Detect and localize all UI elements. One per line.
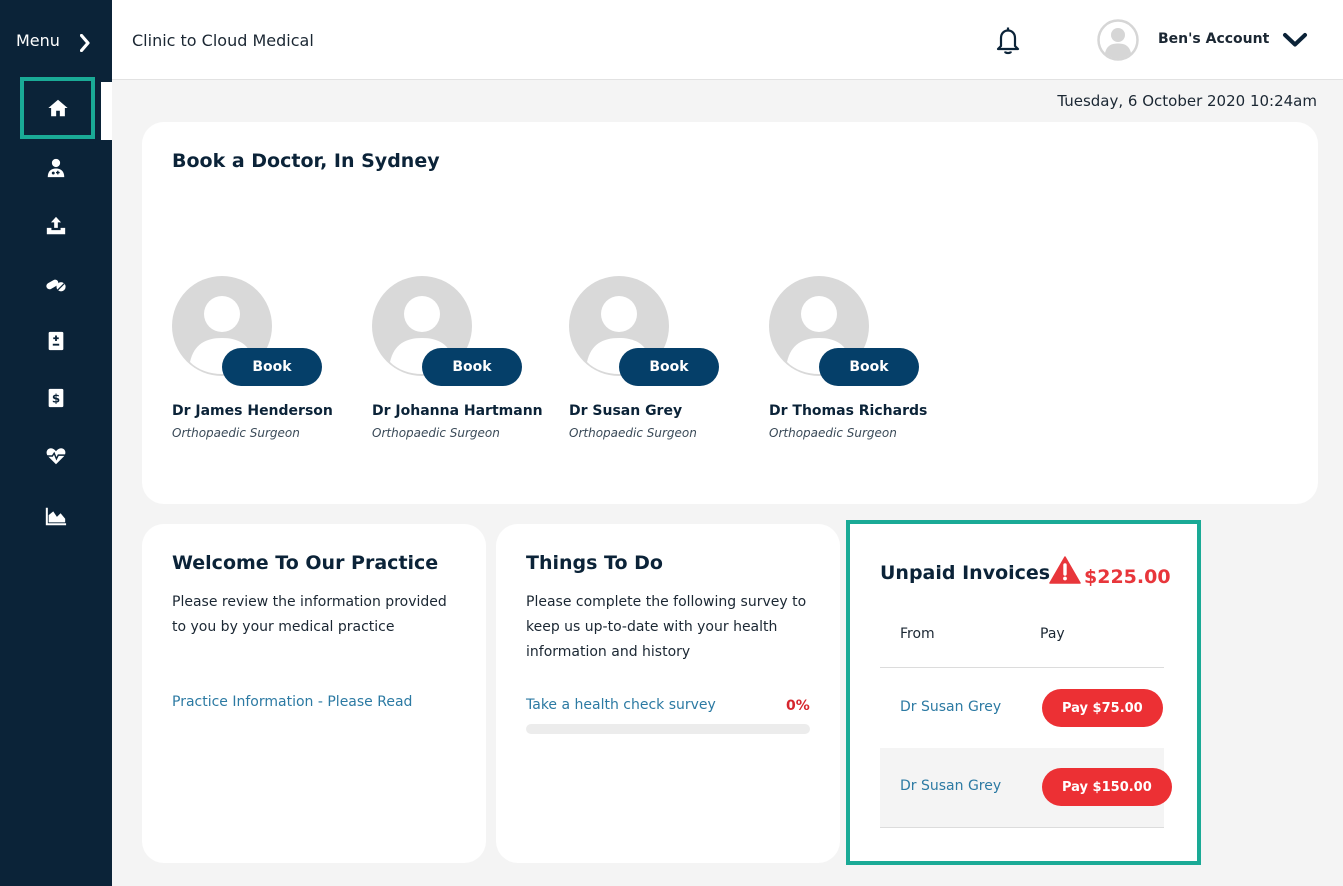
invoices-total: $225.00 [1084,566,1171,588]
sidebar-item-doctors[interactable] [36,148,76,188]
survey-progress-bar [526,724,810,734]
doctor-icon [47,158,65,178]
invoice-from[interactable]: Dr Susan Grey [900,699,1001,715]
health-survey-link[interactable]: Take a health check survey [526,697,716,713]
menu-label: Menu [16,31,60,50]
medical-file-icon [48,331,64,351]
sidebar-item-billing[interactable]: $ [36,378,76,418]
todo-text: Please complete the following survey to … [526,594,807,660]
column-from: From [900,626,935,642]
account-label[interactable]: Ben's Account [1158,31,1269,47]
brand-title: Clinic to Cloud Medical [132,31,314,50]
doctor-specialty: Orthopaedic Surgeon [569,426,697,440]
book-doctor-title: Book a Doctor, In Sydney [172,150,440,172]
chevron-down-icon[interactable] [1282,32,1308,48]
invoice-dollar-icon: $ [48,388,64,408]
heartbeat-icon [46,448,66,465]
table-row: Dr Susan Grey Pay $75.00 [880,669,1164,749]
doctor-name: Dr Johanna Hartmann [372,403,543,419]
survey-progress-percent: 0% [786,698,810,714]
menu-toggle[interactable]: Menu [0,0,112,80]
doctor-name: Dr Susan Grey [569,403,683,419]
sidebar-item-medications[interactable] [36,264,76,304]
practice-info-link[interactable]: Practice Information - Please Read [172,694,412,710]
home-icon [47,99,68,117]
pay-button[interactable]: Pay $150.00 [1042,768,1172,806]
welcome-card: Welcome To Our Practice Please review th… [142,524,486,863]
sidebar-item-health[interactable] [36,436,76,476]
sidebar-item-home[interactable] [20,77,95,139]
upload-icon [46,216,66,235]
active-indicator [101,82,112,140]
chevron-right-icon [80,34,90,52]
doctor-name: Dr James Henderson [172,403,333,419]
sidebar: Menu $ [0,0,112,886]
area-chart-icon [45,507,67,526]
book-button[interactable]: Book [422,348,522,386]
pills-icon [46,279,66,292]
book-doctor-card: Book a Doctor, In Sydney Book Dr James H… [142,122,1318,504]
things-to-do-card: Things To Do Please complete the followi… [496,524,840,863]
welcome-text: Please review the information provided t… [172,594,447,635]
sidebar-item-records[interactable] [36,321,76,361]
svg-text:$: $ [52,392,60,406]
doctor-card: Book Dr James Henderson Orthopaedic Surg… [172,276,362,446]
invoices-title: Unpaid Invoices [880,562,1051,584]
warning-icon [1049,556,1081,584]
book-button[interactable]: Book [222,348,322,386]
doctor-specialty: Orthopaedic Surgeon [769,426,897,440]
unpaid-invoices-card: Unpaid Invoices $225.00 From Pay Dr Susa… [846,520,1201,865]
current-datetime: Tuesday, 6 October 2020 10:24am [1057,92,1317,110]
sidebar-item-reports[interactable] [36,496,76,536]
doctor-card: Book Dr Susan Grey Orthopaedic Surgeon [569,276,759,446]
invoices-table-header: From Pay [880,620,1164,668]
sidebar-item-upload[interactable] [36,206,76,246]
doctor-specialty: Orthopaedic Surgeon [172,426,300,440]
table-row: Dr Susan Grey Pay $150.00 [880,748,1172,828]
bell-icon[interactable] [992,24,1024,56]
doctor-card: Book Dr Johanna Hartmann Orthopaedic Sur… [372,276,562,446]
todo-title: Things To Do [526,552,663,574]
header: Clinic to Cloud Medical Ben's Account [112,0,1343,80]
invoice-from[interactable]: Dr Susan Grey [900,778,1001,794]
doctor-specialty: Orthopaedic Surgeon [372,426,500,440]
doctor-card: Book Dr Thomas Richards Orthopaedic Surg… [769,276,959,446]
book-button[interactable]: Book [819,348,919,386]
column-pay: Pay [1040,626,1065,642]
book-button[interactable]: Book [619,348,719,386]
avatar[interactable] [1097,19,1139,61]
welcome-title: Welcome To Our Practice [172,552,439,574]
doctor-name: Dr Thomas Richards [769,403,928,419]
pay-button[interactable]: Pay $75.00 [1042,689,1163,727]
